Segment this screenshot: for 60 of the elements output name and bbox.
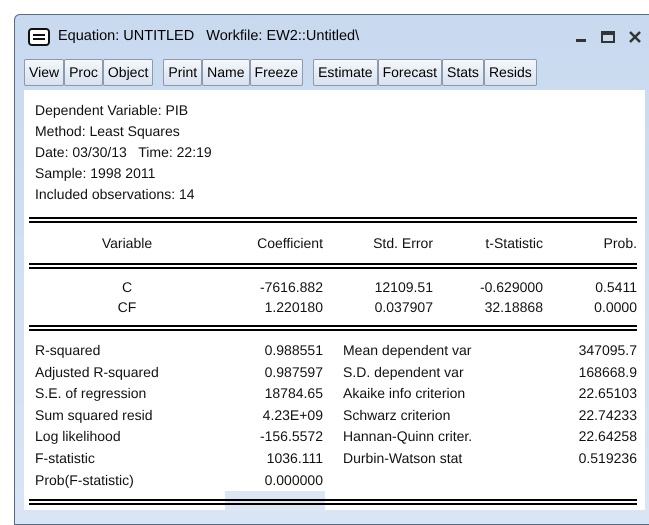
toolbar-button[interactable]: Name	[202, 59, 250, 86]
stat-label: Log likelihood	[34, 427, 122, 446]
stat-value: 22.74233	[578, 406, 637, 425]
toolbar-button[interactable]: View	[24, 59, 64, 86]
stat-label: R-squared	[34, 341, 102, 360]
toolbar-button[interactable]: Forecast	[378, 59, 442, 86]
stat-label: S.E. of regression	[34, 384, 148, 404]
close-icon[interactable]	[629, 31, 641, 43]
stat-value: 347095.7	[578, 341, 637, 360]
stat-label: Adjusted R-squared	[34, 362, 160, 382]
toolbar-button[interactable]: Proc	[64, 59, 103, 86]
header-line: Dependent Variable: PIB	[35, 101, 188, 120]
stat-value: 0.988551	[264, 341, 323, 360]
table-cell-text: -7616.882	[258, 278, 323, 297]
stat-label: Sum squared resid	[34, 406, 154, 425]
stat-value: 0.987597	[264, 362, 323, 382]
stat-label: S.D. dependent var	[342, 362, 465, 382]
stat-value: 22.64258	[578, 427, 637, 446]
header-line: Date: 03/30/13 Time: 22:19	[35, 143, 212, 162]
table-cell-text: 0.037907	[374, 298, 433, 317]
maximize-icon[interactable]	[601, 31, 615, 43]
toolbar-button[interactable]: Freeze	[250, 59, 304, 86]
stat-value: -156.5572	[258, 427, 323, 446]
toolbar-button[interactable]: Estimate	[313, 59, 378, 86]
column-header: t-Statistic	[484, 234, 543, 252]
stat-label: Durbin-Watson stat	[342, 448, 464, 468]
stat-label: Hannan-Quinn criter.	[342, 427, 474, 446]
stat-label: F-statistic	[34, 448, 96, 468]
stat-value: 18784.65	[264, 384, 323, 404]
toolbar-button[interactable]: Object	[102, 59, 154, 86]
stat-label: Schwarz criterion	[342, 406, 452, 425]
table-cell-text: C	[120, 278, 134, 297]
header-line: Sample: 1998 2011	[35, 164, 156, 183]
stat-value: 168668.9	[578, 362, 637, 382]
column-header: Coefficient	[256, 234, 323, 252]
column-header: Prob.	[602, 234, 637, 252]
table-cell-text: 1.220180	[264, 298, 323, 317]
stat-label: Prob(F-statistic)	[34, 470, 135, 490]
window-title: Equation: UNTITLED Workfile: EW2::Untitled\	[58, 27, 360, 46]
toolbar-button[interactable]: Resids	[484, 59, 537, 86]
column-header: Std. Error	[372, 234, 433, 252]
toolbar-button[interactable]: Print	[163, 59, 202, 86]
table-cell-text: -0.629000	[478, 278, 543, 297]
table-cell-text: 32.18868	[484, 298, 543, 317]
table-cell-text: 0.5411	[594, 278, 637, 297]
table-cell-text: 12109.51	[374, 278, 433, 297]
stat-label: Mean dependent var	[342, 341, 472, 360]
stat-value: 1036.111	[266, 448, 323, 468]
column-header: Variable	[100, 234, 154, 252]
stat-value: 4.23E+09	[262, 406, 323, 425]
header-line: Method: Least Squares	[35, 122, 180, 141]
stat-value: 0.000000	[264, 470, 323, 490]
table-cell-text: CF	[116, 298, 138, 317]
stat-value: 0.519236	[578, 448, 637, 468]
toolbar-button[interactable]: Stats	[442, 59, 484, 86]
stat-value: 22.65103	[578, 384, 637, 404]
menu-icon[interactable]	[28, 28, 50, 46]
stat-label: Akaike info criterion	[342, 384, 466, 404]
table-cell-text: 0.0000	[593, 298, 637, 317]
header-line: Included observations: 14	[35, 185, 195, 204]
